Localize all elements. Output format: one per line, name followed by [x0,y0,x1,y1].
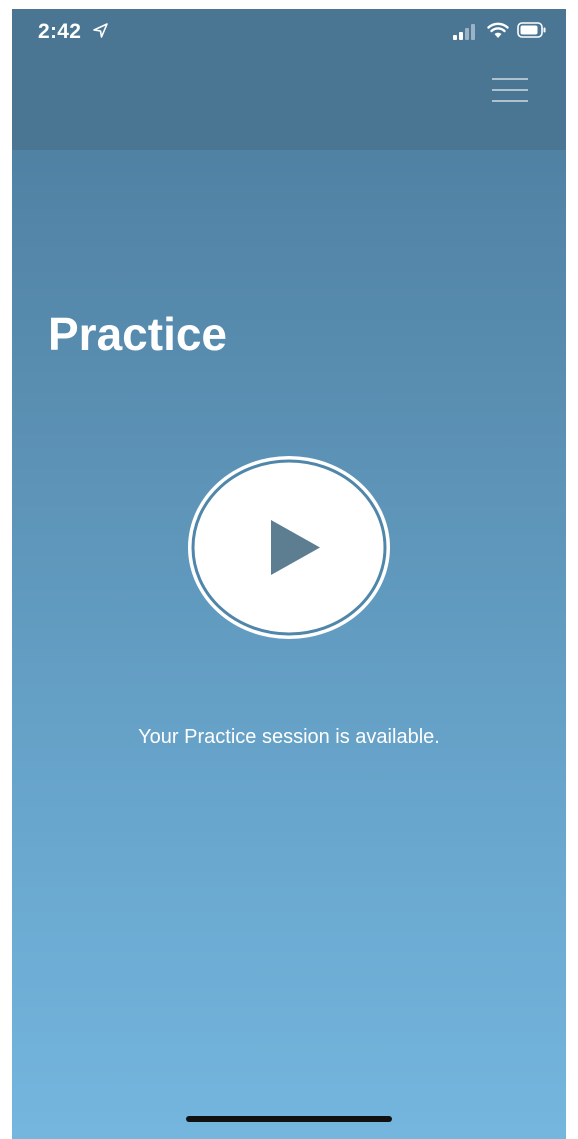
session-status-message: Your Practice session is available. [138,726,440,748]
location-arrow-icon [93,23,108,38]
play-icon [188,456,390,639]
cellular-signal-icon [453,24,475,40]
page-title: Practice [48,308,228,360]
battery-icon [517,22,546,38]
wifi-icon [487,22,509,38]
status-time: 2:42 [38,20,82,43]
menu-button[interactable] [488,73,532,107]
home-indicator [186,1116,392,1122]
play-button[interactable] [187,455,391,640]
